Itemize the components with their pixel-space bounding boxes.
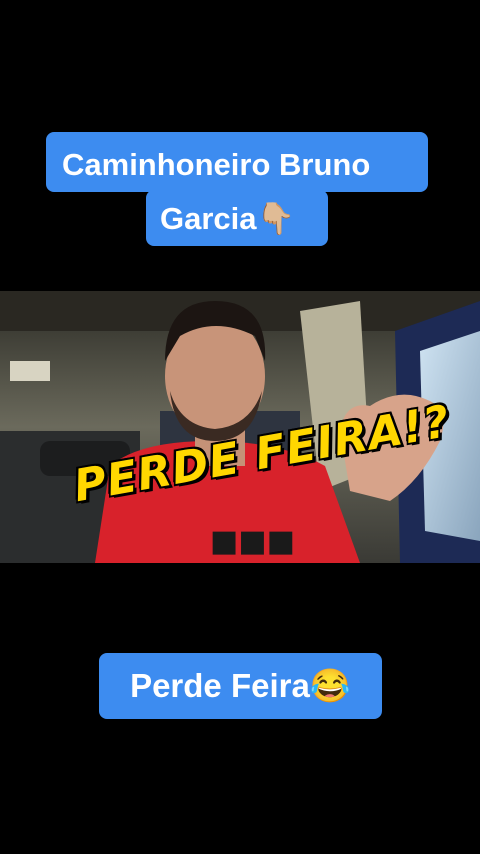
shirt-print: ■■■ <box>210 524 295 559</box>
bottom-caption-label: Perde Feira <box>130 667 310 704</box>
laughing-emoji-icon: 😂 <box>309 667 351 704</box>
cabin-light <box>10 361 50 381</box>
bottom-caption: Perde Feira😂 <box>99 653 382 719</box>
top-caption-line1: Caminhoneiro Bruno <box>62 147 371 182</box>
top-caption-name: Garcia <box>160 201 257 236</box>
pointing-down-icon: 👇🏼 <box>256 201 296 236</box>
top-caption-line2: Garcia👇🏼 <box>160 200 295 237</box>
